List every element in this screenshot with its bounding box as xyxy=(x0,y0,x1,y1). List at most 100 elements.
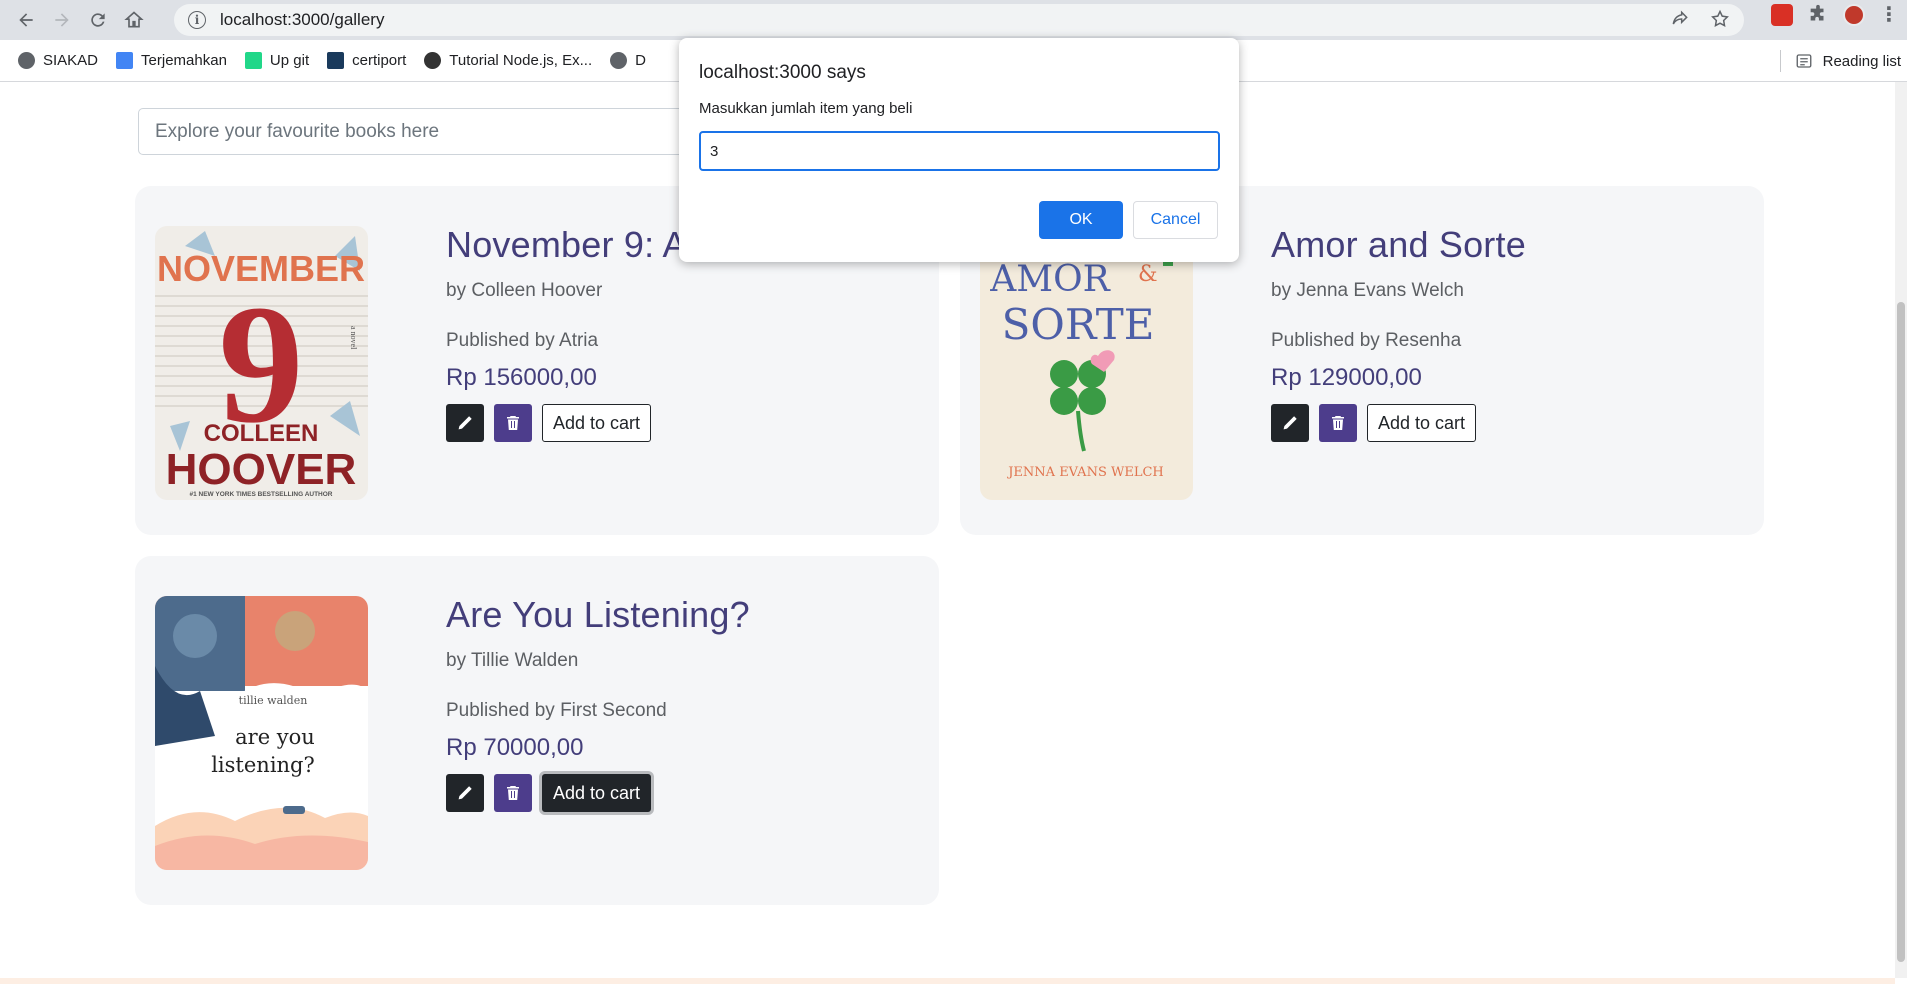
cover-title-text: SORTE xyxy=(1002,300,1155,349)
cover-subtitle-text: a novel xyxy=(349,326,358,350)
book-cover-art: AMOR & SORTE JENNA EVANS WELCH xyxy=(980,226,1193,500)
book-info: Amor and Sorte by Jenna Evans Welch Publ… xyxy=(1271,224,1526,442)
book-info: Are You Listening? by Tillie Walden Publ… xyxy=(446,594,750,812)
bookmark-label: Up git xyxy=(269,52,310,69)
cover-ampersand-text: & xyxy=(1138,262,1158,287)
puzzle-icon[interactable] xyxy=(1807,4,1829,26)
trash-icon xyxy=(507,786,519,800)
search-input[interactable] xyxy=(138,108,698,155)
bookmark-label: Tutorial Node.js, Ex... xyxy=(449,52,593,69)
book-cover-art: NOVEMBER 9 a novel COLLEEN HOOVER #1 NEW… xyxy=(155,226,368,500)
cover-title-text: are you xyxy=(235,725,315,749)
book-cover: tillie walden are you listening? xyxy=(155,596,368,870)
add-to-cart-button[interactable]: Add to cart xyxy=(1367,404,1477,442)
trash-icon xyxy=(1332,416,1344,430)
bookmark-label: D xyxy=(635,52,646,69)
page-scrollbar[interactable] xyxy=(1895,82,1907,978)
pc-icon xyxy=(244,52,262,69)
cover-title-text: AMOR xyxy=(989,259,1110,300)
book-author: by Jenna Evans Welch xyxy=(1271,280,1464,301)
book-cover-art: tillie walden are you listening? xyxy=(155,596,368,870)
arrow-left-icon xyxy=(19,13,33,27)
book-publisher: Published by Resenha xyxy=(1271,330,1462,351)
book-actions: Add to cart xyxy=(1271,404,1526,442)
cover-author-text: tillie walden xyxy=(239,694,308,707)
ok-button[interactable]: OK xyxy=(1039,201,1123,239)
bookmark-label: Terjemahkan xyxy=(141,52,227,69)
dialog-title: localhost:3000 says xyxy=(699,62,866,83)
cover-author-first-text: COLLEEN xyxy=(204,420,319,447)
reload-button[interactable] xyxy=(80,2,116,38)
extensions-area: ⋮ xyxy=(1771,4,1907,26)
address-bar[interactable]: i localhost:3000/gallery xyxy=(174,4,1744,36)
cover-title-text: listening? xyxy=(211,753,315,777)
delete-button[interactable] xyxy=(1319,404,1357,442)
prompt-dialog: localhost:3000 says Masukkan jumlah item… xyxy=(679,38,1239,262)
extension-icon[interactable] xyxy=(1771,4,1793,26)
translate-icon xyxy=(116,52,134,69)
bookmark-d[interactable]: D xyxy=(610,52,646,69)
dialog-message: Masukkan jumlah item yang beli xyxy=(699,100,913,117)
edit-button[interactable] xyxy=(446,404,484,442)
omnibox-actions xyxy=(1670,9,1730,29)
arrow-right-icon xyxy=(55,13,69,27)
quantity-input[interactable] xyxy=(699,131,1220,171)
bookmark-tutorial-nodejs[interactable]: Tutorial Node.js, Ex... xyxy=(424,52,592,69)
trash-icon xyxy=(507,416,519,430)
book-title[interactable]: Are You Listening? xyxy=(446,594,750,636)
book-author: by Tillie Walden xyxy=(446,650,579,671)
edit-button[interactable] xyxy=(1271,404,1309,442)
share-icon[interactable] xyxy=(1670,9,1690,29)
back-button[interactable] xyxy=(8,2,44,38)
star-icon[interactable] xyxy=(1710,9,1730,29)
add-to-cart-button[interactable]: Add to cart xyxy=(542,404,652,442)
bookmark-terjemahkan[interactable]: Terjemahkan xyxy=(116,52,227,69)
reading-list-icon xyxy=(1796,54,1812,68)
menu-kebab-icon[interactable]: ⋮ xyxy=(1879,5,1899,25)
bookmark-siakad[interactable]: SIAKAD xyxy=(18,52,98,69)
url-text: localhost:3000/gallery xyxy=(220,10,385,29)
cover-author-text: JENNA EVANS WELCH xyxy=(1006,465,1164,480)
book-price: Rp 129000,00 xyxy=(1271,364,1422,391)
book-actions: Add to cart xyxy=(446,774,750,812)
book-price: Rp 70000,00 xyxy=(446,734,584,761)
site-info-icon[interactable]: i xyxy=(188,11,206,29)
bookmark-label: SIAKAD xyxy=(43,52,99,69)
cover-author-last-text: HOOVER xyxy=(166,445,357,494)
reading-list-button[interactable]: Reading list xyxy=(1779,50,1901,72)
forward-button[interactable] xyxy=(44,2,80,38)
globe-icon xyxy=(610,52,628,69)
globe-icon xyxy=(18,52,35,69)
book-publisher: Published by First Second xyxy=(446,700,667,721)
book-cover: AMOR & SORTE JENNA EVANS WELCH xyxy=(980,226,1193,500)
reload-icon xyxy=(91,13,105,27)
reading-list-label: Reading list xyxy=(1822,52,1901,70)
pencil-icon xyxy=(1283,416,1297,430)
add-to-cart-button[interactable]: Add to cart xyxy=(542,774,652,812)
home-button[interactable] xyxy=(116,2,152,38)
browser-toolbar: i localhost:3000/gallery ⋮ xyxy=(0,0,1907,40)
book-card: tillie walden are you listening? Are You… xyxy=(135,556,939,905)
certiport-icon xyxy=(327,52,345,69)
home-icon xyxy=(124,11,144,28)
delete-button[interactable] xyxy=(494,774,532,812)
pencil-icon xyxy=(458,786,472,800)
profile-avatar[interactable] xyxy=(1843,4,1865,26)
bookmark-up-git[interactable]: Up git xyxy=(244,52,310,69)
bookmark-label: certiport xyxy=(352,52,407,69)
book-title[interactable]: Amor and Sorte xyxy=(1271,224,1526,266)
book-cover: NOVEMBER 9 a novel COLLEEN HOOVER #1 NEW… xyxy=(155,226,368,500)
edit-button[interactable] xyxy=(446,774,484,812)
scrollbar-thumb[interactable] xyxy=(1897,302,1905,962)
book-actions: Add to cart xyxy=(446,404,788,442)
page-footer xyxy=(0,978,1895,984)
book-price: Rp 156000,00 xyxy=(446,364,597,391)
delete-button[interactable] xyxy=(494,404,532,442)
pencil-icon xyxy=(458,416,472,430)
cover-tagline-text: #1 NEW YORK TIMES BESTSELLING AUTHOR xyxy=(189,491,332,498)
cancel-button[interactable]: Cancel xyxy=(1133,201,1218,239)
github-icon xyxy=(424,52,442,69)
book-author: by Colleen Hoover xyxy=(446,280,603,301)
bookmark-certiport[interactable]: certiport xyxy=(327,52,406,69)
book-publisher: Published by Atria xyxy=(446,330,599,351)
